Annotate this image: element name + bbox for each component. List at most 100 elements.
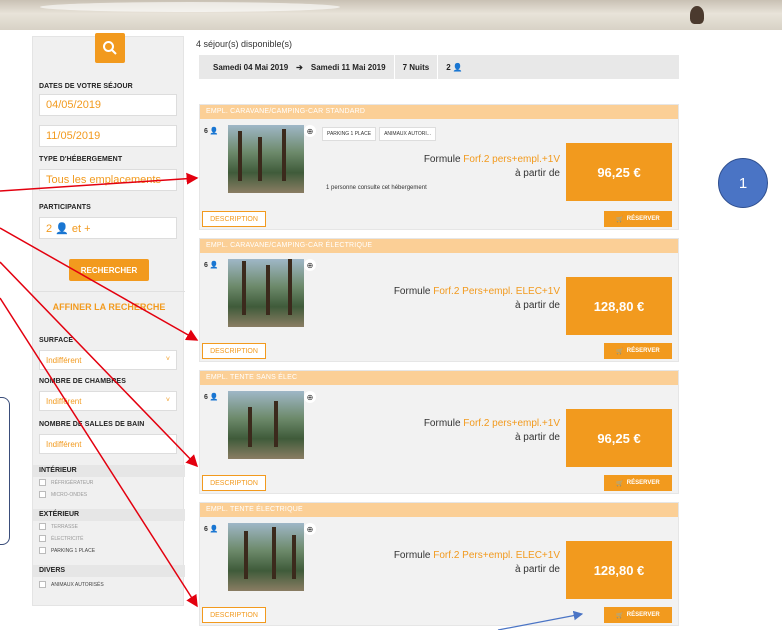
from-text: à partir de bbox=[514, 564, 560, 575]
from-date: Samedi 04 Mai 2019 bbox=[213, 62, 289, 72]
capacity: 6 👤 bbox=[204, 128, 219, 135]
checkbox-label: TERRASSE bbox=[51, 523, 78, 530]
reserve-button[interactable]: 🛒 RÉSERVER bbox=[604, 211, 672, 227]
consult-notice: 1 personne consulte cet hébergement bbox=[326, 185, 427, 191]
chevron-down-icon: ˅ bbox=[165, 397, 170, 404]
participants-label: PARTICIPANTS bbox=[39, 204, 91, 211]
reserve-button[interactable]: 🛒 RÉSERVER bbox=[604, 475, 672, 491]
participants-value: 2 👤 et + bbox=[46, 223, 91, 235]
formule-text: Formule Forf.2 Pers+empl. ELEC+1V à part… bbox=[394, 549, 560, 577]
cart-icon: 🛒 bbox=[616, 480, 624, 487]
checkbox-box[interactable] bbox=[39, 479, 46, 486]
to-date: Samedi 11 Mai 2019 bbox=[310, 62, 386, 72]
checkbox-label: MICRO-ONDES bbox=[51, 491, 88, 498]
description-button[interactable]: DESCRIPTION bbox=[202, 211, 266, 227]
checkbox-parking[interactable]: PARKING 1 PLACE bbox=[39, 547, 95, 554]
reserve-label: RÉSERVER bbox=[626, 216, 660, 222]
availability-count: 4 séjour(s) disponible(s) bbox=[196, 39, 293, 49]
photo-tree bbox=[266, 265, 270, 315]
formule-prefix: Formule bbox=[423, 154, 464, 165]
bathrooms-label: NOMBRE DE SALLES DE BAIN bbox=[39, 421, 145, 428]
surface-label: SURFACE bbox=[39, 337, 74, 344]
tag-parking: PARKING 1 PLACE bbox=[322, 127, 377, 141]
type-select[interactable]: Tous les emplacements bbox=[39, 169, 177, 191]
zoom-icon[interactable]: ⊕ bbox=[304, 259, 316, 271]
search-icon[interactable] bbox=[95, 33, 125, 63]
checkbox-box[interactable] bbox=[39, 535, 46, 542]
photo-tree bbox=[288, 259, 292, 315]
photo-tree bbox=[248, 407, 252, 447]
banner-wave bbox=[40, 2, 340, 12]
formule-text: Formule Forf.2 pers+empl.+1V à partir de bbox=[424, 417, 560, 445]
zoom-icon[interactable]: ⊕ bbox=[304, 523, 316, 535]
from-text: à partir de bbox=[514, 432, 560, 443]
divers-header: DIVERS bbox=[33, 565, 185, 577]
accommodation-photo[interactable] bbox=[228, 125, 304, 193]
result-card: EMPL. CARAVANE/CAMPING-CAR STANDARD 6 👤 … bbox=[199, 104, 679, 230]
nights: 7 Nuits bbox=[402, 62, 430, 72]
formule-prefix: Formule bbox=[393, 286, 434, 297]
accommodation-photo[interactable] bbox=[228, 523, 304, 591]
accommodation-photo[interactable] bbox=[228, 259, 304, 327]
result-card: EMPL. TENTE ÉLECTRIQUE 6 👤 ⊕ Formule For… bbox=[199, 502, 679, 626]
photo-tree bbox=[282, 129, 286, 181]
date-from-input[interactable]: 04/05/2019 bbox=[39, 94, 177, 116]
result-card: EMPL. CARAVANE/CAMPING-CAR ÉLECTRIQUE 6 … bbox=[199, 238, 679, 362]
formule-name: Forf.2 Pers+empl. ELEC+1V bbox=[433, 286, 560, 297]
checkbox-refrigerateur[interactable]: RÉFRIGÉRATEUR bbox=[39, 479, 93, 486]
card-title: EMPL. CARAVANE/CAMPING-CAR ÉLECTRIQUE bbox=[200, 239, 678, 253]
search-button[interactable]: RECHERCHER bbox=[69, 259, 149, 281]
cart-icon: 🛒 bbox=[616, 612, 624, 619]
card-title: EMPL. CARAVANE/CAMPING-CAR STANDARD bbox=[200, 105, 678, 119]
formule-prefix: Formule bbox=[393, 550, 434, 561]
checkbox-terrasse[interactable]: TERRASSE bbox=[39, 523, 78, 530]
from-text: à partir de bbox=[514, 300, 560, 311]
surface-select[interactable]: Indifférent ˅ bbox=[39, 350, 177, 370]
price-box: 96,25 € bbox=[566, 409, 672, 467]
reserve-label: RÉSERVER bbox=[626, 612, 660, 618]
description-button[interactable]: DESCRIPTION bbox=[202, 343, 266, 359]
photo-tree bbox=[292, 535, 296, 579]
rooms-select[interactable]: Indifférent ˅ bbox=[39, 391, 177, 411]
price-box: 96,25 € bbox=[566, 143, 672, 201]
checkbox-animaux[interactable]: ANIMAUX AUTORISÉS bbox=[39, 581, 104, 588]
formule-text: Formule Forf.2 Pers+empl. ELEC+1V à part… bbox=[394, 285, 560, 313]
checkbox-micro-ondes[interactable]: MICRO-ONDES bbox=[39, 491, 87, 498]
capacity: 6 👤 bbox=[204, 394, 219, 401]
chevron-down-icon: ˅ bbox=[165, 356, 170, 363]
bathrooms-select[interactable]: Indifférent bbox=[39, 434, 177, 454]
participants-select[interactable]: 2 👤 et + bbox=[39, 217, 177, 239]
description-button[interactable]: DESCRIPTION bbox=[202, 607, 266, 623]
checkbox-box[interactable] bbox=[39, 581, 46, 588]
interieur-header: INTÉRIEUR bbox=[33, 465, 185, 477]
separator bbox=[437, 55, 439, 79]
card-title: EMPL. TENTE ÉLECTRIQUE bbox=[200, 503, 678, 517]
cart-icon: 🛒 bbox=[616, 348, 624, 355]
surface-value: Indifférent bbox=[46, 356, 82, 365]
checkbox-box[interactable] bbox=[39, 547, 46, 554]
people-count: 2 👤 bbox=[446, 62, 463, 72]
checkbox-electricite[interactable]: ÉLECTRICITÉ bbox=[39, 535, 84, 542]
annotation-box bbox=[0, 397, 10, 545]
feature-tags: PARKING 1 PLACE ANIMAUX AUTORI... bbox=[322, 127, 436, 141]
reserve-button[interactable]: 🛒 RÉSERVER bbox=[604, 343, 672, 359]
checkbox-box[interactable] bbox=[39, 491, 46, 498]
formule-name: Forf.2 Pers+empl. ELEC+1V bbox=[433, 550, 560, 561]
arrow-right-icon: ➔ bbox=[296, 62, 303, 72]
date-to-input[interactable]: 11/05/2019 bbox=[39, 125, 177, 147]
cart-icon: 🛒 bbox=[616, 216, 624, 223]
banner-person bbox=[690, 6, 704, 24]
accommodation-photo[interactable] bbox=[228, 391, 304, 459]
zoom-icon[interactable]: ⊕ bbox=[304, 125, 316, 137]
zoom-icon[interactable]: ⊕ bbox=[304, 391, 316, 403]
checkbox-label: ÉLECTRICITÉ bbox=[51, 535, 84, 542]
formule-text: Formule Forf.2 pers+empl.+1V à partir de bbox=[424, 153, 560, 181]
refine-title: AFFINER LA RECHERCHE bbox=[52, 302, 166, 312]
reserve-button[interactable]: 🛒 RÉSERVER bbox=[604, 607, 672, 623]
checkbox-box[interactable] bbox=[39, 523, 46, 530]
separator bbox=[393, 55, 395, 79]
description-button[interactable]: DESCRIPTION bbox=[202, 475, 266, 491]
formule-name: Forf.2 pers+empl.+1V bbox=[463, 418, 560, 429]
formule-prefix: Formule bbox=[423, 418, 464, 429]
annotation-badge: 1 bbox=[718, 158, 768, 208]
